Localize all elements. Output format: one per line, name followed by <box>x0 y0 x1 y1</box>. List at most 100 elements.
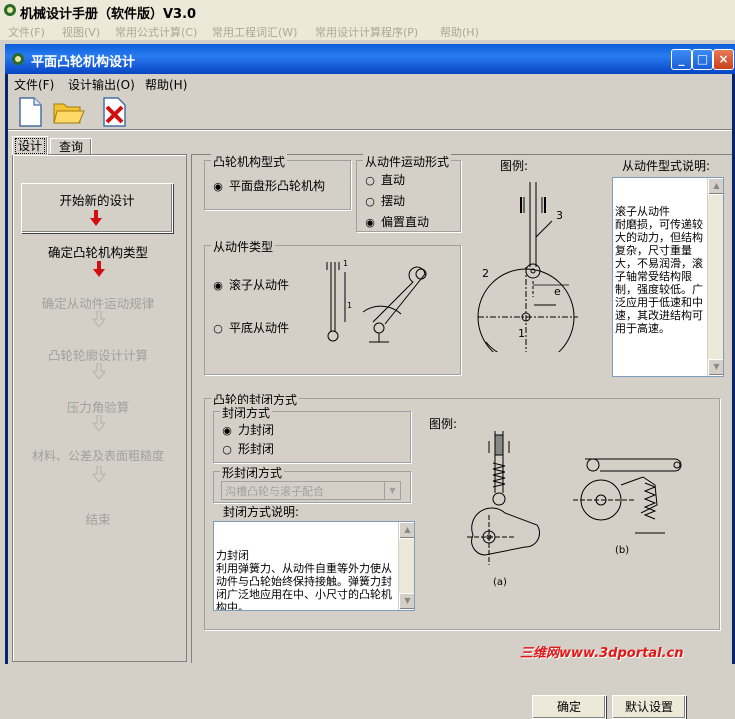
minimize-button[interactable]: _ <box>671 49 692 70</box>
legend2-label-a: (a) <box>493 577 507 588</box>
legend1-label-2: 2 <box>482 267 489 280</box>
closure-form-label: 形封闭 <box>238 442 275 456</box>
maximize-button[interactable]: □ <box>692 49 713 70</box>
motion-radio-translating[interactable]: ○ 直动 <box>365 171 405 188</box>
step-end: 结束 <box>85 512 111 527</box>
closure-force-label: 力封闭 <box>238 423 275 437</box>
closure-desc-text: 力封闭 利用弹簧力、从动件自重等外力使从动件与凸轮始终保持接触。弹簧力封闭广泛地… <box>216 549 392 611</box>
svg-text:1: 1 <box>347 301 352 310</box>
main-panel: 凸轮机构型式 ◉ 平面盘形凸轮机构 从动件运动形式 ○ 直动 ○ 摆动 ◉ 偏置直动 从… <box>191 153 732 719</box>
cam-form-radio[interactable]: ◉ 平面盘形凸轮机构 <box>213 177 325 194</box>
tab-design[interactable]: 设计 <box>12 136 48 155</box>
follower-desc-scrollbar[interactable]: ▲ ▼ <box>707 178 723 376</box>
ok-button[interactable]: 确定 <box>532 695 606 719</box>
shape-closure-group: 形封闭方式 沟槽凸轮与滚子配合 ▼ <box>213 464 411 503</box>
motion-translating-label: 直动 <box>381 173 406 187</box>
legend2-label-b: (b) <box>615 545 629 556</box>
scroll-up-icon[interactable]: ▲ <box>708 178 723 195</box>
legend1-label-3: 3 <box>556 209 563 222</box>
window-title-bar: 平面凸轮机构设计 _ □ × <box>5 44 735 74</box>
gray-down-arrow-icon <box>93 311 105 327</box>
outer-menu-file[interactable]: 文件(F) <box>8 24 45 40</box>
start-new-design-button[interactable]: 开始新的设计 <box>21 183 173 233</box>
toolbar-separator <box>8 130 732 131</box>
motion-radio-oscillating[interactable]: ○ 摆动 <box>365 192 405 209</box>
window-body: 文件(F) 设计输出(O) 帮助(H) 设计 查询 开始新的设计 确定凸轮机构类… <box>8 74 732 719</box>
outer-menu-help[interactable]: 帮助(H) <box>440 24 479 40</box>
follower-flat-label: 平底从动件 <box>229 321 290 335</box>
follower-radio-flat[interactable]: ○ 平底从动件 <box>213 319 289 336</box>
outer-title-bar: 机械设计手册（软件版）V3.0 <box>0 0 735 23</box>
shape-closure-select[interactable]: 沟槽凸轮与滚子配合 ▼ <box>221 481 401 500</box>
outer-menubar: 文件(F) 视图(V) 常用公式计算(C) 常用工程词汇(W) 常用设计计算程序… <box>0 22 735 40</box>
closure-mode-group: 封闭方式 ◉ 力封闭 ○ 形封闭 <box>213 404 411 463</box>
closure-desc-title: 封闭方式说明: <box>223 505 300 519</box>
motion-offset-label: 偏置直动 <box>381 215 430 229</box>
closure-radio-force[interactable]: ◉ 力封闭 <box>222 421 274 438</box>
step-profile-calc: 凸轮轮廓设计计算 <box>47 348 148 363</box>
menu-output[interactable]: 设计输出(O) <box>68 76 135 93</box>
tab-query[interactable]: 查询 <box>50 138 92 155</box>
open-folder-icon[interactable] <box>52 98 86 126</box>
window-menubar: 文件(F) 设计输出(O) 帮助(H) <box>8 74 732 92</box>
closure-group: 凸轮的封闭方式 封闭方式 ◉ 力封闭 ○ 形封闭 形封闭方式 沟槽凸轮与滚子配合 ▼… <box>204 391 720 630</box>
cam-form-title: 凸轮机构型式 <box>211 153 288 170</box>
svg-text:1: 1 <box>343 259 348 268</box>
shape-closure-title: 形封闭方式 <box>220 464 285 481</box>
tab-query-label: 查询 <box>58 140 83 154</box>
follower-type-diagram: 1 1 <box>326 259 427 343</box>
step-motion-law: 确定从动件运动规律 <box>41 296 155 311</box>
gray-down-arrow-icon <box>93 466 105 482</box>
offset-follower-diagram: 3 2 e 1 <box>477 182 578 352</box>
cam-form-option-label: 平面盘形凸轮机构 <box>229 179 326 193</box>
follower-radio-roller[interactable]: ◉ 滚子从动件 <box>213 276 289 293</box>
gray-down-arrow-icon <box>93 415 105 431</box>
motion-oscillating-label: 摆动 <box>381 194 406 208</box>
follower-type-title: 从动件类型 <box>211 238 276 255</box>
red-down-arrow-icon <box>90 210 102 226</box>
closure-radio-form[interactable]: ○ 形封闭 <box>222 440 274 457</box>
closure-mode-title: 封闭方式 <box>220 404 273 421</box>
legend2-title: 图例: <box>429 417 458 431</box>
step-cam-type[interactable]: 确定凸轮机构类型 <box>13 242 183 261</box>
watermark: 三维网www.3dportal.cn <box>520 646 684 661</box>
follower-desc-textarea[interactable]: 滚子从动件 耐磨损，可传递较大的动力，但结构复杂，尺寸重量大，不易润滑，滚子轴常… <box>612 177 724 377</box>
closure-desc-scrollbar[interactable]: ▲ ▼ <box>398 522 414 610</box>
follower-type-group: 从动件类型 ◉ 滚子从动件 ○ 平底从动件 1 1 <box>204 238 461 375</box>
menu-file[interactable]: 文件(F) <box>14 76 54 93</box>
window-title: 平面凸轮机构设计 <box>31 55 136 70</box>
new-document-icon[interactable] <box>16 96 44 128</box>
close-button[interactable]: × <box>713 49 734 70</box>
follower-desc-text: 滚子从动件 耐磨损，可传递较大的动力，但结构复杂，尺寸重量大，不易润滑，滚子轴常… <box>615 205 703 335</box>
gray-down-arrow-icon <box>93 363 105 379</box>
step-material-tolerance: 材料、公差及表面粗糙度 <box>31 449 164 463</box>
outer-title: 机械设计手册（软件版）V3.0 <box>20 7 197 22</box>
red-down-arrow-icon <box>93 261 105 277</box>
motion-radio-offset[interactable]: ◉ 偏置直动 <box>365 213 429 230</box>
closure-desc-textarea[interactable]: 力封闭 利用弹簧力、从动件自重等外力使从动件与凸轮始终保持接触。弹簧力封闭广泛地… <box>213 521 415 611</box>
close-document-icon[interactable] <box>100 96 130 128</box>
step-start-label: 开始新的设计 <box>59 193 135 208</box>
shape-closure-value: 沟槽凸轮与滚子配合 <box>225 485 324 498</box>
outer-menu-formula[interactable]: 常用公式计算(C) <box>115 24 197 40</box>
outer-menu-terms[interactable]: 常用工程词汇(W) <box>212 24 297 40</box>
outer-menu-programs[interactable]: 常用设计计算程序(P) <box>315 24 418 40</box>
follower-desc-title: 从动件型式说明: <box>622 159 711 173</box>
outer-menu-view[interactable]: 视图(V) <box>62 24 100 40</box>
tab-design-label: 设计 <box>14 138 45 154</box>
step-pressure-angle: 压力角验算 <box>66 400 130 415</box>
scroll-down-icon[interactable]: ▼ <box>399 593 414 610</box>
follower-motion-group: 从动件运动形式 ○ 直动 ○ 摆动 ◉ 偏置直动 <box>356 153 461 232</box>
closure-legend-diagram: (a) (b) <box>467 431 682 588</box>
window-icon <box>12 53 24 65</box>
default-settings-button[interactable]: 默认设置 <box>612 695 686 719</box>
cam-form-group: 凸轮机构型式 ◉ 平面盘形凸轮机构 <box>204 153 351 210</box>
legend1-label-1: 1 <box>518 327 525 340</box>
chevron-down-icon[interactable]: ▼ <box>384 482 400 499</box>
legend1-label-e: e <box>554 285 561 298</box>
follower-motion-title: 从动件运动形式 <box>363 153 452 170</box>
menu-help[interactable]: 帮助(H) <box>145 76 187 93</box>
scroll-up-icon[interactable]: ▲ <box>399 522 414 539</box>
step-panel: 开始新的设计 确定凸轮机构类型 确定从动件运动规律 凸轮轮廓设计计算 压力角验算… <box>12 154 187 662</box>
scroll-down-icon[interactable]: ▼ <box>708 359 723 376</box>
